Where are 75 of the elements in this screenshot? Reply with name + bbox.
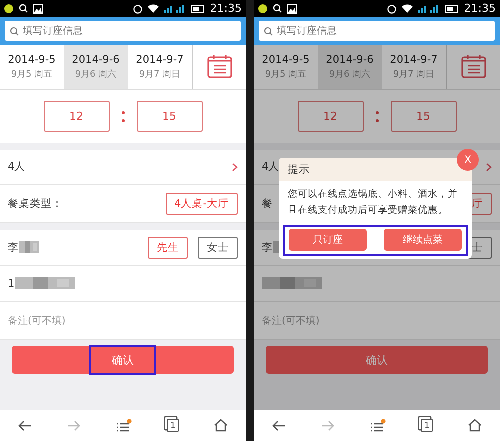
- date-label: 2014-9-5: [8, 54, 56, 66]
- confirm-button[interactable]: 确认: [12, 346, 234, 374]
- search-icon: [273, 4, 282, 13]
- tabs-button[interactable]: 1: [421, 419, 434, 432]
- dialog-button[interactable]: 继续点菜: [384, 229, 462, 251]
- back-icon[interactable]: [272, 420, 286, 432]
- app-icon: [4, 4, 14, 14]
- alarm-icon: [133, 4, 144, 14]
- battery-icon: [191, 4, 206, 12]
- salutation-button[interactable]: 女士: [198, 236, 238, 258]
- signal-icon: [418, 4, 440, 13]
- party-size: 4人: [262, 160, 280, 174]
- table-type-button[interactable]: 4人桌-大厅: [166, 192, 238, 214]
- weekday-label: 9月7 周日: [139, 68, 181, 80]
- hour-field[interactable]: 12: [298, 101, 364, 132]
- calendar-icon[interactable]: [206, 55, 232, 79]
- menu-icon[interactable]: [370, 418, 386, 432]
- weekday-label: 9月5 周五: [265, 68, 307, 80]
- date-label: 2014-9-6: [72, 54, 120, 66]
- date-label: 2014-9-7: [136, 54, 184, 66]
- dialog-button[interactable]: 只订座: [289, 229, 367, 251]
- table-type-label: 餐: [262, 196, 273, 210]
- redaction-block: [19, 241, 39, 253]
- wifi-icon: [148, 4, 160, 13]
- chevron-icon: [232, 162, 238, 172]
- salutation-button[interactable]: 先生: [148, 236, 188, 258]
- date-tab[interactable]: 2014-9-6 9月6 周六: [318, 45, 382, 89]
- menu-icon[interactable]: [116, 418, 132, 432]
- weekday-label: 9月5 周五: [11, 68, 53, 80]
- tabs-button[interactable]: 1: [167, 419, 180, 432]
- confirm-button[interactable]: 确认: [266, 346, 488, 374]
- phone-value: 1: [8, 278, 15, 290]
- date-label: 2014-9-7: [390, 54, 438, 66]
- weekday-label: 9月6 周六: [329, 68, 371, 80]
- home-icon[interactable]: [468, 419, 482, 432]
- redaction-block: [14, 277, 75, 289]
- colon-icon: [122, 110, 124, 122]
- search-placeholder: 填写订座信息: [277, 24, 337, 38]
- name-value: 李: [262, 240, 273, 254]
- colon-icon: [376, 110, 378, 122]
- app-icon: [258, 4, 268, 14]
- battery-icon: [445, 4, 460, 12]
- minute-field[interactable]: 15: [390, 101, 456, 132]
- chevron-icon: [486, 162, 492, 172]
- party-size: 4人: [8, 160, 26, 174]
- redaction-block: [262, 277, 322, 289]
- weekday-label: 9月7 周日: [393, 68, 435, 80]
- search-field[interactable]: 填写订座信息: [259, 21, 495, 41]
- wifi-icon: [402, 4, 414, 13]
- dialog-title: 提示: [288, 162, 310, 176]
- search-icon: [10, 26, 19, 36]
- alarm-icon: [387, 4, 398, 14]
- notes-field[interactable]: 备注(可不填): [262, 314, 320, 328]
- notes-field[interactable]: 备注(可不填): [8, 314, 66, 328]
- image-icon: [33, 4, 43, 14]
- table-type-label: 餐桌类型：: [8, 196, 63, 210]
- weekday-label: 9月6 周六: [75, 68, 117, 80]
- hour-field[interactable]: 12: [44, 101, 110, 132]
- date-label: 2014-9-5: [262, 54, 310, 66]
- image-icon: [287, 4, 297, 14]
- dialog-message: 您可以在线点选锅底、小料、酒水，并且在线支付成功后可享受赠菜优惠。: [287, 188, 459, 218]
- search-field[interactable]: 填写订座信息: [5, 21, 241, 41]
- name-value: 李: [8, 240, 19, 254]
- search-icon: [264, 26, 273, 36]
- status-time: 21:35: [464, 2, 496, 15]
- signal-icon: [164, 4, 186, 13]
- search-icon: [19, 4, 28, 13]
- search-placeholder: 填写订座信息: [23, 24, 83, 38]
- minute-field[interactable]: 15: [136, 101, 202, 132]
- status-time: 21:35: [210, 2, 242, 15]
- home-icon[interactable]: [214, 419, 228, 432]
- date-label: 2014-9-6: [326, 54, 374, 66]
- calendar-icon[interactable]: [460, 55, 486, 79]
- date-tab[interactable]: 2014-9-6 9月6 周六: [64, 45, 128, 89]
- back-icon[interactable]: [18, 420, 32, 432]
